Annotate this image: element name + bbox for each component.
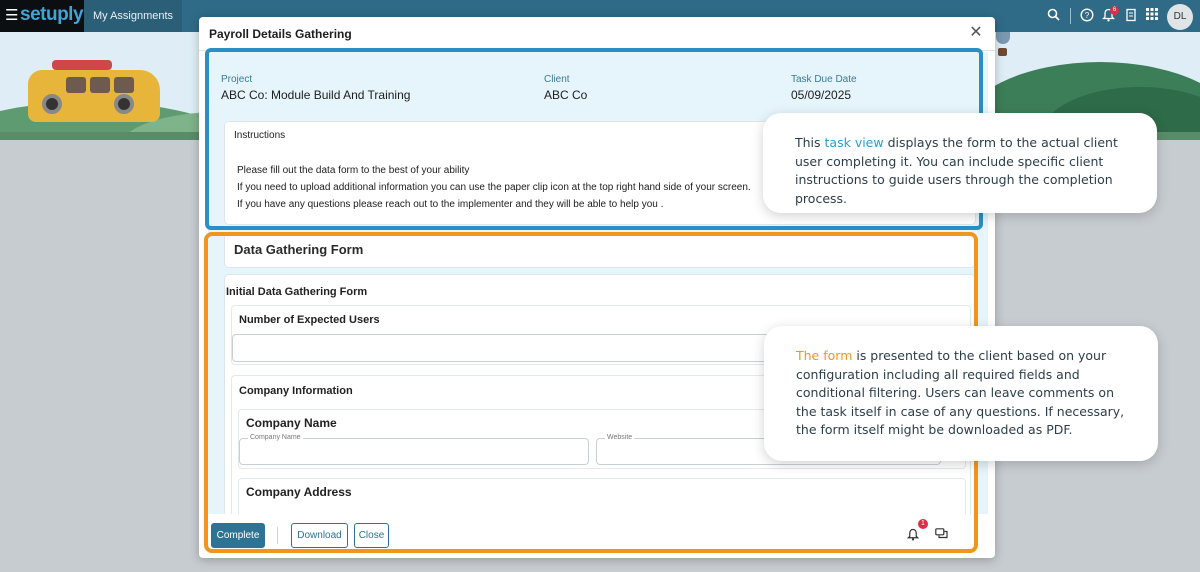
modal-header: Payroll Details Gathering ✕ [199,17,995,51]
nav-tab-my-assignments[interactable]: My Assignments [84,0,182,32]
close-icon[interactable]: ✕ [967,24,985,42]
callout-highlight: task view [824,135,884,150]
notes-icon[interactable] [1125,8,1137,26]
balloon-basket [998,48,1007,56]
callout-text: This [795,135,825,150]
modal-title: Payroll Details Gathering [209,27,352,41]
hamburger-icon[interactable]: ☰ [5,8,18,23]
van-window [90,77,110,93]
form-callout: The form is presented to the client base… [764,326,1158,461]
search-icon[interactable] [1047,8,1060,25]
brand-area: ☰ setuply [0,0,84,32]
notification-badge: 6 [1110,6,1119,15]
van-wheel [114,94,134,114]
svg-text:?: ? [1085,11,1090,20]
app-logo[interactable]: setuply [20,4,84,26]
help-icon[interactable]: ? [1080,8,1094,26]
apps-grid-icon[interactable] [1146,8,1158,24]
van-window [66,77,86,93]
van-roof-luggage [52,60,112,70]
callout-highlight: The form [796,348,853,363]
task-view-callout: This task view displays the form to the … [763,113,1157,213]
user-avatar[interactable]: DL [1167,4,1193,30]
balloon-illustration [996,32,1010,44]
van-window [114,77,134,93]
van-wheel [42,94,62,114]
topbar-divider [1070,8,1071,24]
